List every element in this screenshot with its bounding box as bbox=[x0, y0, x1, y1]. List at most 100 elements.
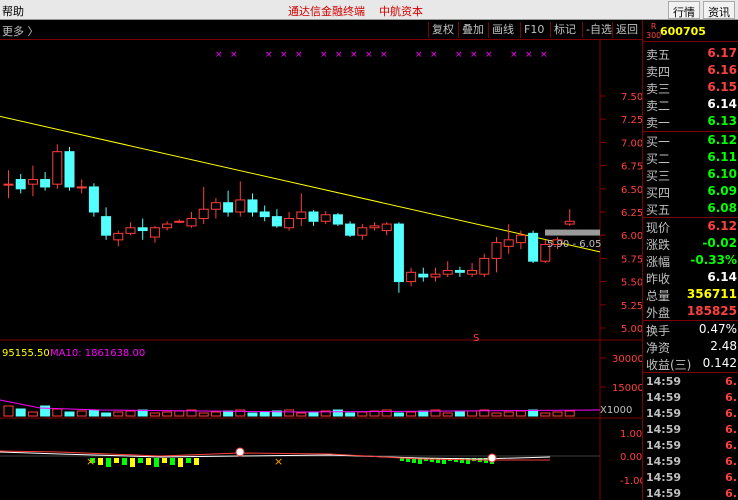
signal-x-marker: × bbox=[540, 50, 548, 60]
tick-row: 14:59 6. bbox=[646, 487, 737, 500]
chart-area[interactable]: × × × × × × × × × × × × × × × × × × 7.507.257.006.756.506… bbox=[0, 40, 642, 500]
candle-body bbox=[101, 216, 112, 236]
candle-body bbox=[430, 273, 441, 278]
signal-x-marker: × bbox=[380, 50, 388, 60]
indicator-bar bbox=[162, 458, 167, 463]
sell2-row[interactable]: 卖二 6.14 bbox=[643, 96, 738, 113]
price-tick-label: 7.00 bbox=[621, 138, 642, 149]
volume-bar bbox=[491, 412, 502, 417]
candle-body bbox=[467, 269, 478, 275]
volume-bar bbox=[540, 412, 551, 417]
candle-body bbox=[174, 220, 185, 223]
volume-bar bbox=[113, 411, 124, 417]
indicator-tick-label: 1.00 bbox=[620, 429, 642, 440]
buy3-row[interactable]: 买三 6.10 bbox=[643, 166, 738, 183]
buy1-row[interactable]: 买一 6.12 bbox=[643, 132, 738, 149]
candle-body bbox=[406, 271, 417, 283]
volume-bar bbox=[284, 409, 295, 417]
candle-body bbox=[320, 214, 331, 222]
app-title: 通达信金融终端 中航资本 bbox=[288, 5, 423, 18]
volume-bar bbox=[454, 411, 465, 417]
candle-body bbox=[479, 257, 490, 275]
volume-bar bbox=[125, 410, 136, 417]
price-tick-label: 5.75 bbox=[621, 254, 642, 265]
more-menu[interactable]: 更多 〉 bbox=[2, 23, 39, 39]
f10-button[interactable]: F10 bbox=[520, 22, 547, 38]
candle-body bbox=[149, 227, 160, 238]
candle-body bbox=[64, 151, 75, 188]
change-row: 涨跌 -0.02 bbox=[646, 236, 737, 252]
signal-x-marker: × bbox=[485, 50, 493, 60]
tick-row: 14:59 6. bbox=[646, 423, 737, 436]
restore-rights-button[interactable]: 复权 bbox=[428, 22, 457, 38]
signal-dot bbox=[487, 453, 497, 463]
sell3-row[interactable]: 卖三 6.15 bbox=[643, 79, 738, 96]
signal-dot bbox=[235, 447, 245, 457]
price-tick-label: 6.00 bbox=[621, 231, 642, 242]
candle-body bbox=[418, 273, 429, 278]
volume-bar bbox=[418, 410, 429, 417]
sell4-row[interactable]: 卖四 6.16 bbox=[643, 62, 738, 79]
ticks-divider bbox=[643, 372, 738, 373]
indicator-bar bbox=[138, 458, 143, 463]
volume-bar bbox=[296, 412, 307, 417]
prev-close-row: 昨收 6.14 bbox=[646, 270, 737, 286]
candle-body bbox=[52, 151, 63, 185]
chart-grid bbox=[0, 40, 642, 500]
indicator-series: × × bbox=[0, 447, 600, 468]
buy4-row[interactable]: 买四 6.09 bbox=[643, 183, 738, 200]
candle-body bbox=[27, 179, 38, 185]
volume-bar bbox=[101, 412, 112, 417]
chart-toolbar: 更多 〉 复权 叠加 画线 F10 标记 -自选 返回 bbox=[0, 20, 642, 40]
volume-value: 95155.50 bbox=[2, 348, 50, 359]
sell5-row[interactable]: 卖五 6.17 bbox=[643, 45, 738, 62]
signal-x-marker: × bbox=[230, 50, 238, 60]
price-tick-label: 5.25 bbox=[621, 301, 642, 312]
price-axis: 7.50 7.25 7.00 6.75 6.50 6.25 6.00 5.75 5.50 5.25… bbox=[600, 92, 642, 487]
candle-body bbox=[442, 269, 453, 275]
back-button[interactable]: 返回 bbox=[612, 22, 641, 38]
tick-row: 14:59 6. bbox=[646, 439, 737, 452]
candle-body bbox=[40, 179, 51, 188]
volume-bar bbox=[515, 410, 526, 417]
tick-row: 14:59 6. bbox=[646, 375, 737, 388]
trend-line bbox=[0, 115, 601, 253]
indicator-bar bbox=[106, 458, 111, 467]
signal-x-marker: × bbox=[215, 50, 223, 60]
buy2-row[interactable]: 买二 6.11 bbox=[643, 149, 738, 166]
tick-row: 14:59 6. bbox=[646, 391, 737, 404]
indicator-bar bbox=[122, 458, 127, 465]
price-tick-label: 5.00 bbox=[621, 324, 642, 335]
candle-body bbox=[271, 216, 282, 227]
sell1-row[interactable]: 卖一 6.13 bbox=[643, 113, 738, 130]
overlay-button[interactable]: 叠加 bbox=[458, 22, 487, 38]
earnings-row: 收益(三) 0.142 bbox=[646, 356, 737, 372]
quote-button[interactable]: 行情 bbox=[668, 1, 700, 19]
stock-code[interactable]: 600705 bbox=[660, 25, 706, 38]
trend-line-segment bbox=[0, 115, 601, 253]
stock-header: R 300 600705 bbox=[643, 20, 738, 42]
signal-x-marker: × bbox=[415, 50, 423, 60]
candle-body bbox=[247, 199, 258, 213]
help-menu[interactable]: 帮助 bbox=[2, 3, 24, 19]
news-button[interactable]: 资讯 bbox=[703, 1, 735, 19]
volume-bar bbox=[564, 410, 575, 417]
candle-body bbox=[528, 232, 539, 262]
price-tick-label: 6.50 bbox=[621, 185, 642, 196]
indicator-tick-label: -1.00 bbox=[620, 476, 642, 487]
indicator-bar bbox=[170, 458, 175, 465]
signal-x-marker: × bbox=[265, 50, 273, 60]
mark-button[interactable]: 标记 bbox=[550, 22, 579, 38]
candle-body bbox=[125, 227, 136, 234]
indicator-bar bbox=[130, 458, 135, 467]
price-tick-label: 6.75 bbox=[621, 162, 642, 173]
volume-bar bbox=[503, 411, 514, 417]
candle-body bbox=[235, 199, 246, 213]
watchlist-button[interactable]: -自选 bbox=[582, 22, 615, 38]
draw-line-button[interactable]: 画线 bbox=[488, 22, 517, 38]
buy5-row[interactable]: 买五 6.08 bbox=[643, 200, 738, 217]
indicator-bar bbox=[186, 458, 191, 463]
candle-body bbox=[515, 234, 526, 244]
volume-bar bbox=[259, 411, 270, 417]
volume-bar bbox=[76, 410, 87, 417]
